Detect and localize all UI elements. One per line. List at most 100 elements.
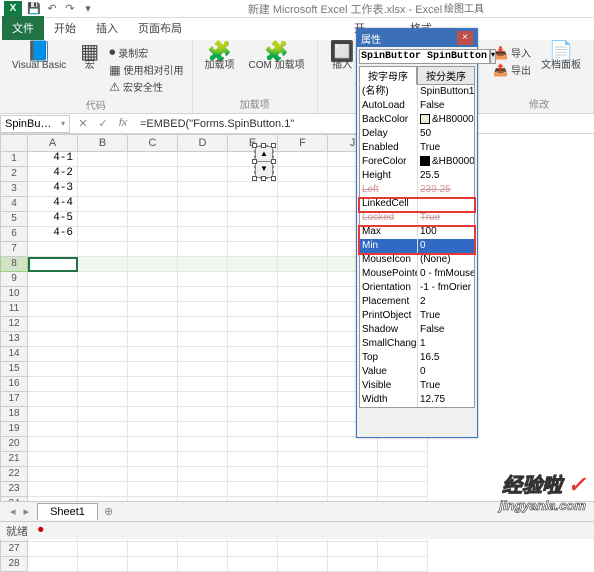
- cell[interactable]: [278, 212, 328, 227]
- cell[interactable]: [178, 392, 228, 407]
- cell[interactable]: [78, 152, 128, 167]
- cell[interactable]: [28, 422, 78, 437]
- cell[interactable]: [228, 437, 278, 452]
- cell[interactable]: [278, 377, 328, 392]
- addins-button[interactable]: 🧩加载项: [201, 44, 239, 74]
- property-row[interactable]: VisibleTrue: [360, 379, 474, 393]
- cell[interactable]: [328, 452, 378, 467]
- cell[interactable]: [128, 167, 178, 182]
- cell[interactable]: [128, 197, 178, 212]
- row-header[interactable]: 13: [0, 332, 28, 347]
- cell[interactable]: [278, 542, 328, 557]
- cell[interactable]: [128, 362, 178, 377]
- cell[interactable]: [128, 482, 178, 497]
- cell[interactable]: [78, 257, 128, 272]
- cell[interactable]: [228, 332, 278, 347]
- macros-button[interactable]: ▦ 宏: [76, 44, 103, 74]
- cell[interactable]: [28, 407, 78, 422]
- row-header[interactable]: 6: [0, 227, 28, 242]
- sheet-nav-prev-icon[interactable]: ◂: [10, 505, 16, 518]
- property-row[interactable]: MouseIcon(None): [360, 253, 474, 267]
- cell[interactable]: [78, 167, 128, 182]
- sheet-nav-next-icon[interactable]: ▸: [24, 505, 30, 518]
- close-icon[interactable]: ×: [457, 31, 473, 45]
- cell[interactable]: [78, 482, 128, 497]
- cell[interactable]: [278, 422, 328, 437]
- col-header[interactable]: B: [78, 134, 128, 152]
- cell[interactable]: [228, 377, 278, 392]
- tab-home[interactable]: 开始: [44, 16, 86, 40]
- cell[interactable]: [278, 557, 328, 572]
- cell[interactable]: [278, 482, 328, 497]
- cell[interactable]: [78, 317, 128, 332]
- row-header[interactable]: 9: [0, 272, 28, 287]
- cell[interactable]: [28, 332, 78, 347]
- cell[interactable]: [278, 182, 328, 197]
- row-header[interactable]: 10: [0, 287, 28, 302]
- cell[interactable]: [378, 467, 428, 482]
- cell[interactable]: [178, 482, 228, 497]
- row-header[interactable]: 4: [0, 197, 28, 212]
- row-header[interactable]: 16: [0, 377, 28, 392]
- cell[interactable]: [328, 437, 378, 452]
- cell[interactable]: [278, 347, 328, 362]
- export-button[interactable]: 📤导出: [493, 61, 531, 78]
- tab-layout[interactable]: 页面布局: [128, 16, 192, 40]
- enter-icon[interactable]: ✓: [94, 117, 112, 130]
- cell[interactable]: [278, 227, 328, 242]
- cell[interactable]: [128, 437, 178, 452]
- cell[interactable]: [378, 482, 428, 497]
- cell[interactable]: [178, 167, 228, 182]
- select-all-button[interactable]: [0, 134, 28, 152]
- cell[interactable]: [128, 302, 178, 317]
- property-row[interactable]: Width12.75: [360, 393, 474, 407]
- row-header[interactable]: 8: [0, 257, 28, 272]
- cell[interactable]: [78, 362, 128, 377]
- cell[interactable]: [228, 347, 278, 362]
- cell[interactable]: [278, 272, 328, 287]
- cell[interactable]: [128, 317, 178, 332]
- import-button[interactable]: 📥导入: [493, 44, 531, 61]
- cell[interactable]: [378, 452, 428, 467]
- object-selector[interactable]: ▾: [359, 49, 475, 64]
- cell[interactable]: [28, 392, 78, 407]
- cell[interactable]: [128, 347, 178, 362]
- cell[interactable]: [278, 392, 328, 407]
- property-row[interactable]: Top16.5: [360, 351, 474, 365]
- property-row[interactable]: Min0: [360, 239, 474, 253]
- cell[interactable]: [28, 272, 78, 287]
- property-row[interactable]: PrintObjectTrue: [360, 309, 474, 323]
- properties-grid[interactable]: (名称)SpinButton1AutoLoadFalseBackColor&H8…: [359, 85, 475, 408]
- cell[interactable]: [178, 272, 228, 287]
- cell[interactable]: [128, 422, 178, 437]
- cell[interactable]: [178, 302, 228, 317]
- redo-icon[interactable]: ↷: [62, 1, 78, 17]
- property-row[interactable]: Height25.5: [360, 169, 474, 183]
- cell[interactable]: [278, 152, 328, 167]
- cell[interactable]: [178, 422, 228, 437]
- spin-button-control[interactable]: ▲ ▼: [255, 146, 273, 178]
- cell[interactable]: [128, 272, 178, 287]
- cell[interactable]: [78, 467, 128, 482]
- cell[interactable]: [328, 467, 378, 482]
- row-header[interactable]: 19: [0, 422, 28, 437]
- cell[interactable]: [128, 212, 178, 227]
- cell[interactable]: [28, 302, 78, 317]
- cell[interactable]: [228, 557, 278, 572]
- cell[interactable]: [28, 557, 78, 572]
- cell[interactable]: [328, 542, 378, 557]
- cell[interactable]: [178, 362, 228, 377]
- cell[interactable]: [78, 377, 128, 392]
- cell[interactable]: [278, 467, 328, 482]
- relative-ref-button[interactable]: ▦使用相对引用: [109, 61, 183, 78]
- row-header[interactable]: 28: [0, 557, 28, 572]
- cell[interactable]: [128, 377, 178, 392]
- cell[interactable]: 4-1: [28, 152, 78, 167]
- property-row[interactable]: MousePointer0 - fmMouseF: [360, 267, 474, 281]
- sheet-tab[interactable]: Sheet1: [37, 503, 98, 520]
- cell[interactable]: [178, 242, 228, 257]
- cell[interactable]: [128, 152, 178, 167]
- cell[interactable]: [178, 437, 228, 452]
- cell[interactable]: [228, 182, 278, 197]
- property-row[interactable]: (名称)SpinButton1: [360, 85, 474, 99]
